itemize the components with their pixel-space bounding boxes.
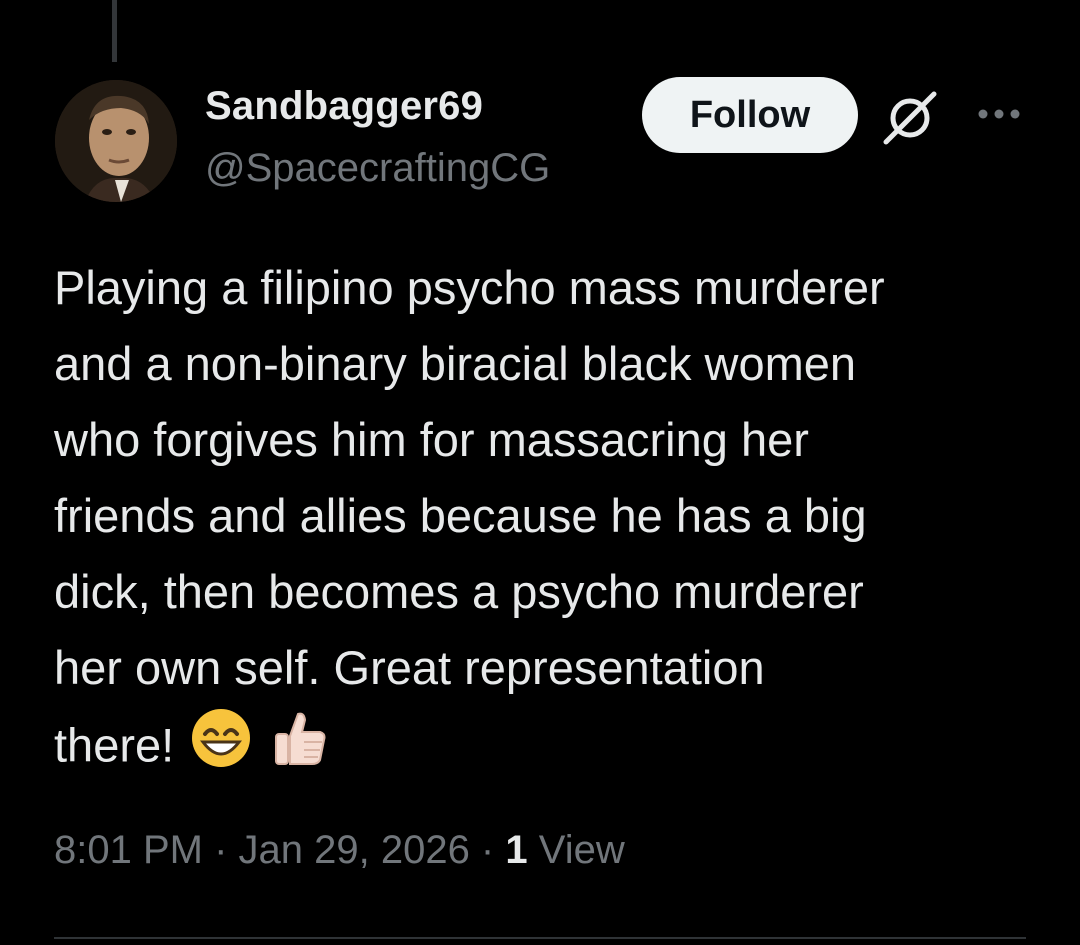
- tweet-text-line: and a non-binary biracial black women: [54, 337, 857, 390]
- tweet-text-line: Playing a filipino psycho mass murderer: [54, 261, 885, 314]
- avatar-photo: [55, 80, 177, 202]
- grok-icon[interactable]: [880, 88, 940, 148]
- view-count: 1: [505, 828, 528, 872]
- tweet-metadata: 8:01 PM · Jan 29, 2026 · 1 View: [54, 828, 625, 873]
- follow-button[interactable]: Follow: [642, 77, 858, 153]
- thread-connector-line: [112, 0, 117, 62]
- divider: [54, 937, 1026, 939]
- tweet-text-last-line: there!: [54, 706, 1044, 792]
- tweet-body: Playing a filipino psycho mass murderer …: [54, 250, 1044, 792]
- more-options-icon[interactable]: [974, 104, 1024, 124]
- author-handle[interactable]: @SpacecraftingCG: [205, 146, 550, 191]
- tweet-text-line: who forgives him for massacring her: [54, 413, 809, 466]
- tweet-text-line: dick, then becomes a psycho murderer: [54, 565, 864, 618]
- author-avatar[interactable]: [55, 80, 177, 202]
- thumbs-up-icon: [268, 706, 332, 792]
- author-display-name[interactable]: Sandbagger69: [205, 84, 483, 129]
- tweet-text-line: her own self. Great representation: [54, 641, 765, 694]
- tweet-timestamp[interactable]: 8:01 PM · Jan 29, 2026 ·: [54, 828, 505, 872]
- tweet-text-line: friends and allies because he has a big: [54, 489, 867, 542]
- view-label: View: [527, 828, 625, 872]
- grinning-face-icon: [189, 706, 253, 792]
- tweet-text-line: there!: [54, 718, 175, 772]
